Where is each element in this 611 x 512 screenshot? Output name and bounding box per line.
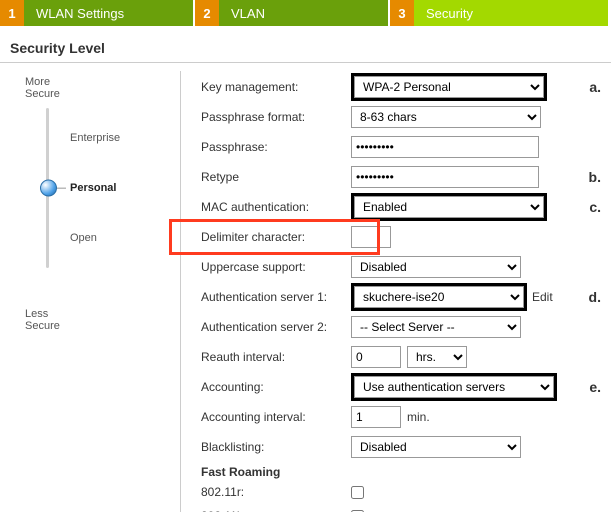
auth-server-2-select[interactable]: -- Select Server -- <box>351 316 521 338</box>
slider-thumb[interactable] <box>40 180 57 197</box>
callout-c: c. <box>589 199 601 215</box>
security-form: Key management: WPA-2 Personal a. Passph… <box>180 71 611 512</box>
key-management-label: Key management: <box>201 80 351 94</box>
uppercase-select[interactable]: Disabled <box>351 256 521 278</box>
fast-roaming-heading: Fast Roaming <box>201 465 611 479</box>
accounting-interval-unit: min. <box>407 410 430 424</box>
auth-server-1-label: Authentication server 1: <box>201 290 351 304</box>
less-secure-label: Less Secure <box>10 308 180 332</box>
passphrase-format-select[interactable]: 8-63 chars <box>351 106 541 128</box>
reauth-interval-input[interactable] <box>351 346 401 368</box>
tab-number: 3 <box>390 0 414 26</box>
tab-number: 1 <box>0 0 24 26</box>
level-enterprise[interactable]: Enterprise <box>70 132 120 144</box>
security-level-panel: More Secure Enterprise Personal — Open L… <box>10 71 180 512</box>
passphrase-input[interactable] <box>351 136 539 158</box>
tab-label: VLAN <box>219 0 388 26</box>
page-title: Security Level <box>0 26 611 63</box>
mac-auth-label: MAC authentication: <box>201 200 351 214</box>
tab-wlan-settings[interactable]: 1 WLAN Settings <box>0 0 195 26</box>
blacklisting-label: Blacklisting: <box>201 440 351 454</box>
auth-server-2-label: Authentication server 2: <box>201 320 351 334</box>
auth-server-1-edit[interactable]: Edit <box>532 290 553 304</box>
callout-b: b. <box>589 169 601 185</box>
80211r-checkbox[interactable] <box>351 486 364 499</box>
wizard-tabs: 1 WLAN Settings 2 VLAN 3 Security <box>0 0 611 26</box>
uppercase-label: Uppercase support: <box>201 260 351 274</box>
accounting-interval-label: Accounting interval: <box>201 410 351 424</box>
accounting-select[interactable]: Use authentication servers <box>354 376 554 398</box>
reauth-interval-label: Reauth interval: <box>201 350 351 364</box>
auth-server-1-select[interactable]: skuchere-ise20 <box>354 286 524 308</box>
accounting-interval-input[interactable] <box>351 406 401 428</box>
level-open[interactable]: Open <box>70 232 97 244</box>
blacklisting-select[interactable]: Disabled <box>351 436 521 458</box>
more-secure-label: More Secure <box>10 76 180 100</box>
security-slider[interactable]: Enterprise Personal — Open <box>40 108 180 308</box>
tab-label: WLAN Settings <box>24 0 193 26</box>
delimiter-input[interactable] <box>351 226 391 248</box>
callout-a: a. <box>589 79 601 95</box>
delimiter-label: Delimiter character: <box>201 230 351 244</box>
80211r-label: 802.11r: <box>201 485 351 499</box>
callout-d: d. <box>589 289 601 305</box>
tab-vlan[interactable]: 2 VLAN <box>195 0 390 26</box>
tab-security[interactable]: 3 Security <box>390 0 610 26</box>
tab-number: 2 <box>195 0 219 26</box>
key-management-select[interactable]: WPA-2 Personal <box>354 76 544 98</box>
retype-label: Retype <box>201 170 351 184</box>
callout-e: e. <box>589 379 601 395</box>
reauth-interval-unit[interactable]: hrs. <box>407 346 467 368</box>
passphrase-label: Passphrase: <box>201 140 351 154</box>
tab-label: Security <box>414 0 608 26</box>
retype-input[interactable] <box>351 166 539 188</box>
passphrase-format-label: Passphrase format: <box>201 110 351 124</box>
accounting-label: Accounting: <box>201 380 351 394</box>
mac-auth-select[interactable]: Enabled <box>354 196 544 218</box>
level-personal[interactable]: Personal <box>70 182 116 194</box>
